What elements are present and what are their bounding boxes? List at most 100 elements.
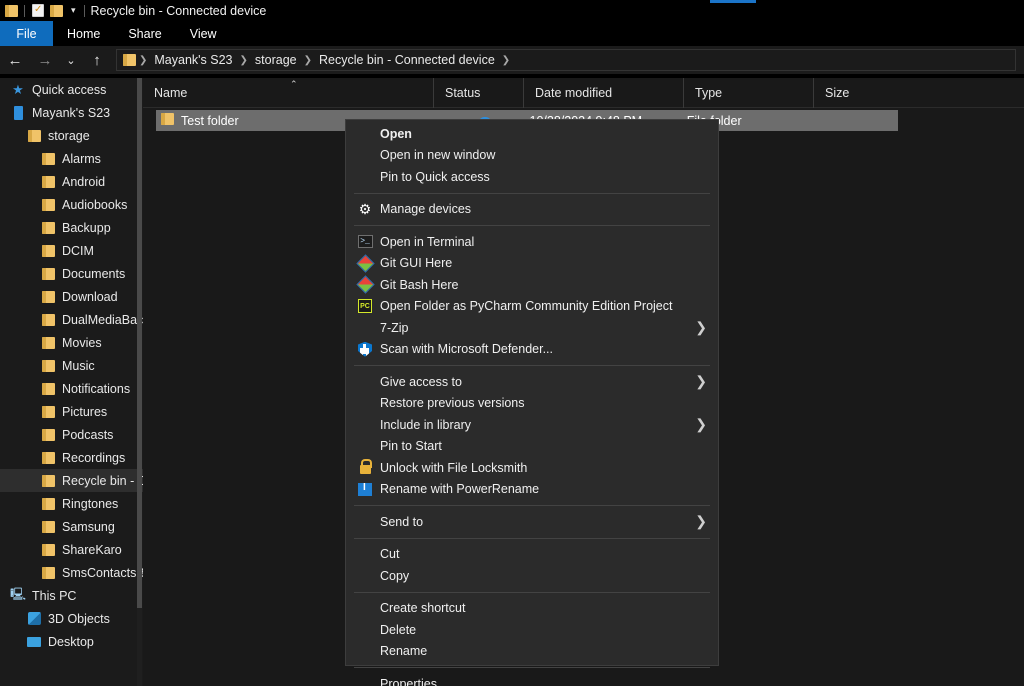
sidebar-item-recycle-bin-co[interactable]: Recycle bin - Co — [0, 469, 143, 492]
sidebar-item-samsung[interactable]: Samsung — [0, 515, 143, 538]
sidebar-item-android[interactable]: Android — [0, 170, 143, 193]
menu-item-properties[interactable]: Properties — [346, 673, 718, 686]
menu-item-delete[interactable]: Delete — [346, 619, 718, 641]
terminal-icon: >_ — [354, 234, 376, 250]
breadcrumb-separator[interactable]: ❯ — [239, 55, 249, 66]
submenu-chevron-icon: ❯ — [695, 416, 707, 433]
menu-item-7-zip[interactable]: 7-Zip❯ — [346, 317, 718, 339]
sidebar-item-label: storage — [48, 129, 90, 143]
tab-file[interactable]: File — [0, 21, 53, 46]
menu-item-pin-to-start[interactable]: Pin to Start — [346, 436, 718, 458]
menu-item-open-in-terminal[interactable]: >_Open in Terminal — [346, 231, 718, 253]
menu-item-cut[interactable]: Cut — [346, 544, 718, 566]
star-icon: ★ — [10, 82, 26, 98]
sidebar-item-dualmediabacku[interactable]: DualMediaBacku — [0, 308, 143, 331]
properties-icon[interactable] — [31, 3, 45, 18]
tab-share[interactable]: Share — [114, 21, 175, 46]
menu-item-create-shortcut[interactable]: Create shortcut — [346, 598, 718, 620]
sidebar-item-mayank-s-s23[interactable]: Mayank's S23 — [0, 101, 143, 124]
menu-item-no-icon — [354, 676, 376, 686]
sidebar-item-this-pc[interactable]: 🖳This PC — [0, 584, 143, 607]
folder-icon — [40, 243, 56, 259]
menu-item-label: Copy — [380, 569, 409, 583]
menu-item-manage-devices[interactable]: ⚙Manage devices — [346, 199, 718, 221]
sidebar-item-music[interactable]: Music — [0, 354, 143, 377]
folder-icon — [26, 128, 42, 144]
menu-item-send-to[interactable]: Send to❯ — [346, 511, 718, 533]
menu-item-git-gui-here[interactable]: Git GUI Here — [346, 253, 718, 275]
tab-view[interactable]: View — [176, 21, 231, 46]
sidebar-item-sharekaro[interactable]: ShareKaro — [0, 538, 143, 561]
sidebar-item-smscontactsbac[interactable]: SmsContactsBac — [0, 561, 143, 584]
sidebar-item-label: Podcasts — [62, 428, 113, 442]
folder-icon — [4, 3, 18, 18]
breadcrumb-separator[interactable]: ❯ — [303, 55, 313, 66]
menu-item-label: Rename — [380, 644, 427, 658]
menu-item-label: Unlock with File Locksmith — [380, 461, 527, 475]
back-arrow-icon[interactable]: ← — [0, 46, 30, 74]
sidebar-item-alarms[interactable]: Alarms — [0, 147, 143, 170]
menu-item-rename-with-powerrename[interactable]: Rename with PowerRename — [346, 479, 718, 501]
menu-item-include-in-library[interactable]: Include in library❯ — [346, 414, 718, 436]
breadcrumb-item-recycle-bin[interactable]: Recycle bin - Connected device — [313, 53, 501, 67]
sidebar-item-3d-objects[interactable]: 3D Objects — [0, 607, 143, 630]
sidebar-item-quick-access[interactable]: ★Quick access — [0, 78, 143, 101]
breadcrumb[interactable]: ❯ Mayank's S23 ❯ storage ❯ Recycle bin -… — [116, 49, 1016, 71]
folder-icon — [40, 542, 56, 558]
menu-item-pin-to-quick-access[interactable]: Pin to Quick access — [346, 166, 718, 188]
menu-item-label: Git GUI Here — [380, 256, 452, 270]
sidebar-item-movies[interactable]: Movies — [0, 331, 143, 354]
breadcrumb-item-storage[interactable]: storage — [249, 53, 303, 67]
column-headers: Name ⌃ Status Date modified Type Size — [143, 78, 1024, 108]
up-arrow-icon[interactable]: ↑ — [82, 46, 112, 74]
menu-item-label: Scan with Microsoft Defender... — [380, 342, 553, 356]
menu-item-copy[interactable]: Copy — [346, 565, 718, 587]
tab-home[interactable]: Home — [53, 21, 114, 46]
menu-item-open-in-new-window[interactable]: Open in new window — [346, 145, 718, 167]
menu-item-no-icon — [354, 374, 376, 390]
menu-item-scan-with-microsoft-defender[interactable]: Scan with Microsoft Defender... — [346, 339, 718, 361]
sidebar-item-backupp[interactable]: Backupp — [0, 216, 143, 239]
column-header-status[interactable]: Status — [433, 78, 523, 108]
menu-separator — [354, 667, 710, 668]
column-header-date-modified[interactable]: Date modified — [523, 78, 683, 108]
sidebar-scrollbar-thumb[interactable] — [137, 78, 142, 608]
context-menu[interactable]: Open Open in new windowPin to Quick acces… — [345, 119, 719, 666]
sidebar-item-desktop[interactable]: Desktop — [0, 630, 143, 653]
sidebar-item-download[interactable]: Download — [0, 285, 143, 308]
menu-item-unlock-with-file-locksmith[interactable]: Unlock with File Locksmith — [346, 457, 718, 479]
sidebar-item-label: Desktop — [48, 635, 94, 649]
chevron-down-icon[interactable]: ▾ — [71, 5, 76, 16]
recent-locations-icon[interactable]: ⌄ — [60, 46, 82, 74]
menu-item-git-bash-here[interactable]: Git Bash Here — [346, 274, 718, 296]
sidebar-item-notifications[interactable]: Notifications — [0, 377, 143, 400]
sidebar-item-podcasts[interactable]: Podcasts — [0, 423, 143, 446]
forward-arrow-icon[interactable]: → — [30, 46, 60, 74]
menu-item-no-icon — [354, 568, 376, 584]
menu-item-restore-previous-versions[interactable]: Restore previous versions — [346, 393, 718, 415]
new-folder-icon[interactable] — [49, 3, 63, 18]
breadcrumb-folder-icon — [123, 54, 136, 66]
column-header-type[interactable]: Type — [683, 78, 813, 108]
menu-item-label: Open — [380, 127, 412, 141]
sidebar-item-ringtones[interactable]: Ringtones — [0, 492, 143, 515]
sidebar-item-recordings[interactable]: Recordings — [0, 446, 143, 469]
menu-item-no-icon — [354, 600, 376, 616]
menu-item-open[interactable]: Open — [346, 123, 718, 145]
breadcrumb-separator[interactable]: ❯ — [501, 55, 511, 66]
sidebar-item-pictures[interactable]: Pictures — [0, 400, 143, 423]
sidebar-item-dcim[interactable]: DCIM — [0, 239, 143, 262]
sidebar-item-storage[interactable]: storage — [0, 124, 143, 147]
menu-item-rename[interactable]: Rename — [346, 641, 718, 663]
sidebar-item-documents[interactable]: Documents — [0, 262, 143, 285]
column-header-name[interactable]: Name ⌃ — [143, 78, 433, 108]
sidebar-item-audiobooks[interactable]: Audiobooks — [0, 193, 143, 216]
menu-item-label: Rename with PowerRename — [380, 482, 539, 496]
menu-item-open-folder-as-pycharm-community-edition-project[interactable]: PCOpen Folder as PyCharm Community Editi… — [346, 296, 718, 318]
menu-item-give-access-to[interactable]: Give access to❯ — [346, 371, 718, 393]
sidebar-item-label: Recycle bin - Co — [62, 474, 143, 488]
titlebar-divider-2 — [84, 5, 85, 17]
breadcrumb-item-device[interactable]: Mayank's S23 — [148, 53, 238, 67]
column-header-size[interactable]: Size — [813, 78, 898, 108]
sidebar-item-label: Download — [62, 290, 118, 304]
